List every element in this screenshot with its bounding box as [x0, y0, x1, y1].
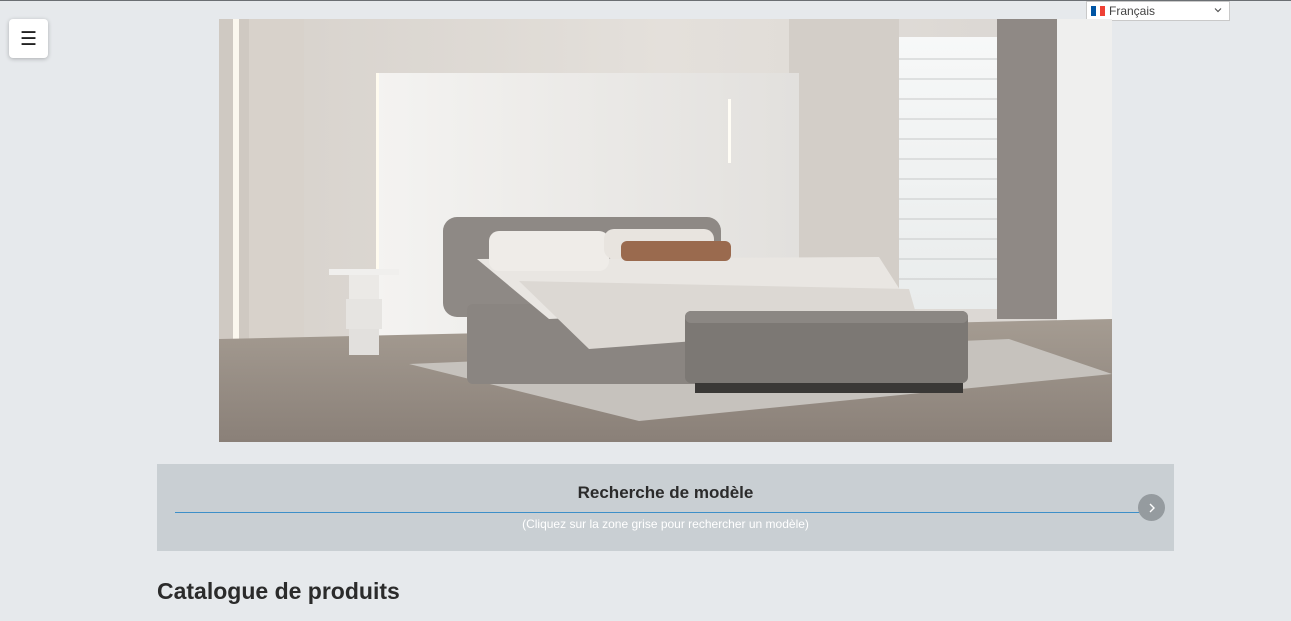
- hamburger-icon: ☰: [19, 27, 38, 50]
- model-search-panel[interactable]: Recherche de modèle (Cliquez sur la zone…: [157, 464, 1174, 551]
- menu-button[interactable]: ☰: [9, 19, 48, 58]
- chevron-down-icon: [1214, 8, 1222, 13]
- bedroom-hero-photo: [219, 19, 1112, 442]
- model-search-subtitle: (Cliquez sur la zone grise pour recherch…: [522, 517, 809, 531]
- language-select[interactable]: Français: [1086, 1, 1230, 21]
- france-flag-icon: [1091, 6, 1106, 16]
- model-search-divider: [175, 512, 1155, 513]
- chevron-right-icon: [1149, 503, 1155, 512]
- model-search-title: Recherche de modèle: [577, 483, 754, 502]
- hero-image: [219, 19, 1112, 442]
- language-label: Français: [1109, 4, 1156, 18]
- model-search-arrow-button[interactable]: [1138, 494, 1165, 521]
- catalog-heading: Catalogue de produits: [157, 578, 400, 604]
